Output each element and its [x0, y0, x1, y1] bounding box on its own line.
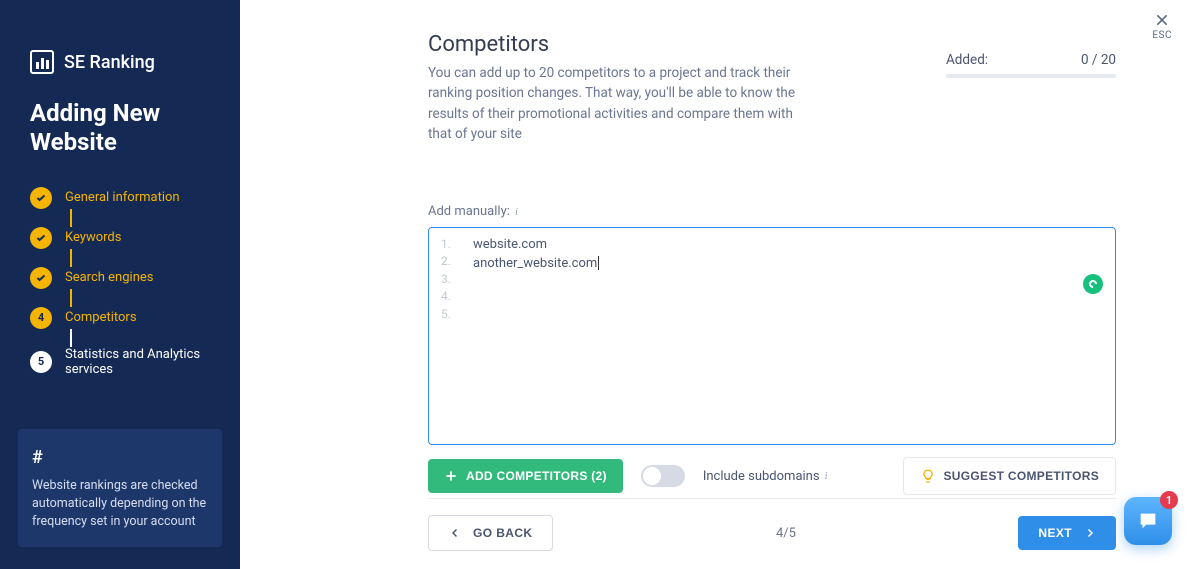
chat-widget[interactable]: 1: [1124, 497, 1172, 545]
step-general-information[interactable]: General information: [30, 187, 210, 209]
textarea-line: another_website.com: [473, 255, 1101, 274]
step-number-icon: 4: [30, 307, 52, 329]
competitors-textarea[interactable]: 12345 website.com another_website.com: [428, 227, 1116, 445]
line-numbers: 12345: [441, 236, 451, 323]
added-counter: Added: 0 / 20: [946, 32, 1116, 78]
main-content: ESC Competitors You can add up to 20 com…: [240, 0, 1200, 569]
added-value: 0 / 20: [1081, 52, 1116, 68]
check-icon: [30, 227, 52, 249]
bar-chart-icon: [30, 50, 54, 74]
step-statistics[interactable]: 5 Statistics and Analytics services: [30, 347, 210, 377]
page-title: Competitors: [428, 32, 808, 57]
step-keywords[interactable]: Keywords: [30, 227, 210, 249]
step-label: Statistics and Analytics services: [65, 347, 210, 377]
go-back-button[interactable]: GO BACK: [428, 515, 553, 551]
check-icon: [30, 267, 52, 289]
close-label: ESC: [1152, 30, 1172, 41]
step-competitors[interactable]: 4 Competitors: [30, 307, 210, 329]
info-text: Website rankings are checked automatical…: [32, 477, 208, 531]
chat-badge: 1: [1160, 491, 1178, 509]
info-icon[interactable]: i: [515, 206, 518, 218]
added-label: Added:: [946, 52, 988, 68]
manual-label: Add manually: i: [428, 204, 1116, 219]
info-icon[interactable]: i: [825, 470, 828, 482]
chevron-right-icon: [1084, 527, 1096, 539]
toggle-label: Include subdomains i: [703, 469, 828, 484]
sidebar-info-box: # Website rankings are checked automatic…: [18, 429, 222, 547]
plus-icon: [444, 469, 458, 483]
include-subdomains-toggle[interactable]: [641, 465, 685, 487]
chevron-left-icon: [449, 527, 461, 539]
brand-logo: SE Ranking: [0, 50, 240, 99]
textarea-line: website.com: [473, 236, 1101, 255]
chat-icon: [1137, 510, 1159, 532]
grammarly-icon[interactable]: [1083, 274, 1103, 294]
close-button[interactable]: ESC: [1152, 12, 1172, 41]
suggest-competitors-button[interactable]: SUGGEST COMPETITORS: [903, 457, 1117, 495]
lightbulb-icon: [920, 468, 936, 484]
check-icon: [30, 187, 52, 209]
pager: 4/5: [776, 526, 796, 541]
close-icon: [1154, 12, 1170, 28]
step-search-engines[interactable]: Search engines: [30, 267, 210, 289]
sidebar: SE Ranking Adding New Website General in…: [0, 0, 240, 569]
brand-name: SE Ranking: [64, 52, 155, 73]
page-intro: You can add up to 20 competitors to a pr…: [428, 63, 808, 144]
step-label: General information: [65, 190, 180, 205]
step-label: Keywords: [65, 230, 121, 245]
hash-icon: #: [32, 445, 208, 471]
next-button[interactable]: NEXT: [1018, 516, 1116, 550]
step-label: Search engines: [65, 270, 153, 285]
step-number-icon: 5: [30, 351, 52, 373]
wizard-steps: General information Keywords Search engi…: [0, 187, 240, 377]
step-label: Competitors: [65, 310, 137, 325]
footer-nav: GO BACK 4/5 NEXT: [428, 498, 1116, 551]
add-competitors-button[interactable]: ADD COMPETITORS (2): [428, 459, 623, 493]
added-progress-bar: [946, 74, 1116, 78]
sidebar-title: Adding New Website: [0, 99, 240, 187]
